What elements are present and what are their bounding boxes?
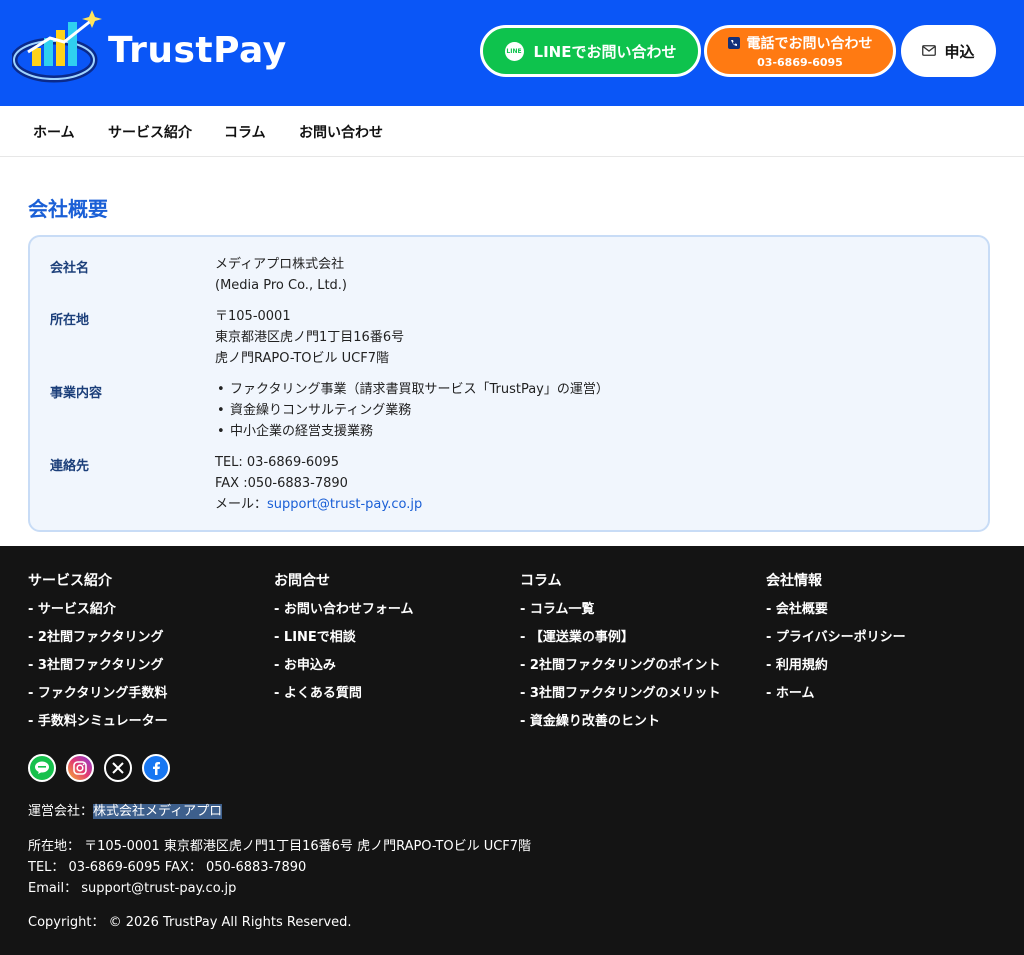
footer-column-title: 会社情報	[766, 573, 822, 589]
address-line: 東京都港区虎ノ門1丁目16番6号	[215, 330, 405, 345]
line-contact-label: LINEでお問い合わせ	[533, 42, 677, 61]
footer-column-contact: お問合せ - お問い合わせフォーム - LINEで相談 - お申込み - よくあ…	[274, 570, 414, 714]
phone-contact-label: 電話でお問い合わせ	[746, 36, 873, 52]
company-name-value: メディアプロ株式会社 (Media Pro Co., Ltd.)	[215, 254, 347, 296]
footer-link[interactable]: - LINEで相談	[274, 630, 414, 658]
site-footer: サービス紹介 - サービス紹介 - 2社間ファクタリング - 3社間ファクタリン…	[0, 546, 1024, 955]
phone-contact-button[interactable]: 電話でお問い合わせ 03-6869-6095	[704, 25, 896, 77]
business-item: 資金繰りコンサルティング業務	[215, 400, 609, 421]
x-icon[interactable]	[104, 754, 132, 782]
footer-link[interactable]: - 【運送業の事例】	[520, 630, 720, 658]
footer-link[interactable]: - よくある質問	[274, 686, 414, 714]
mail-label: メール：	[215, 497, 268, 512]
phone-number: 03-6869-6095	[757, 56, 843, 69]
footer-link[interactable]: - 資金繰り改善のヒント	[520, 714, 720, 742]
company-name: メディアプロ株式会社	[215, 257, 345, 272]
contact-label: 連絡先	[50, 459, 90, 474]
footer-link[interactable]: - 2社間ファクタリングのポイント	[520, 658, 720, 686]
footer-link[interactable]: - 2社間ファクタリング	[28, 630, 168, 658]
footer-email: Email： support@trust-pay.co.jp	[28, 881, 237, 896]
brand-name[interactable]: TrustPay	[108, 30, 287, 71]
footer-link[interactable]: - サービス紹介	[28, 602, 168, 630]
business-item: 中小企業の経営支援業務	[215, 421, 609, 442]
business-list: ファクタリング事業（請求書買取サービス「TrustPay」の運営） 資金繰りコン…	[215, 379, 609, 442]
footer-link[interactable]: - お申込み	[274, 658, 414, 686]
footer-link[interactable]: - ファクタリング手数料	[28, 686, 168, 714]
nav-contact[interactable]: お問い合わせ	[299, 122, 383, 142]
footer-column-title: コラム	[520, 573, 562, 589]
company-name-label: 会社名	[50, 261, 90, 276]
copyright: Copyright： © 2026 TrustPay All Rights Re…	[28, 915, 352, 930]
business-item: ファクタリング事業（請求書買取サービス「TrustPay」の運営）	[215, 379, 609, 400]
footer-column-title: サービス紹介	[28, 573, 112, 589]
footer-column-company: 会社情報 - 会社概要 - プライバシーポリシー - 利用規約 - ホーム	[766, 570, 906, 714]
address-label: 所在地	[50, 313, 90, 328]
logo-icon[interactable]	[10, 8, 102, 84]
mail-link[interactable]: support@trust-pay.co.jp	[267, 497, 422, 512]
footer-link[interactable]: - 会社概要	[766, 602, 906, 630]
contact-fax: FAX :050-6883-7890	[215, 476, 348, 491]
company-info-card: 会社名 メディアプロ株式会社 (Media Pro Co., Ltd.) 所在地…	[28, 235, 990, 532]
company-name-en: (Media Pro Co., Ltd.)	[215, 278, 347, 293]
operator-row: 運営会社：株式会社メディアプロ	[28, 800, 223, 819]
footer-column-services: サービス紹介 - サービス紹介 - 2社間ファクタリング - 3社間ファクタリン…	[28, 570, 168, 742]
phone-icon	[727, 37, 740, 49]
line-icon: LINE	[504, 41, 524, 61]
footer-link[interactable]: - 3社間ファクタリング	[28, 658, 168, 686]
facebook-icon[interactable]	[142, 754, 170, 782]
nav-home[interactable]: ホーム	[33, 122, 75, 142]
footer-link[interactable]: - 利用規約	[766, 658, 906, 686]
footer-column-column: コラム - コラム一覧 - 【運送業の事例】 - 2社間ファクタリングのポイント…	[520, 570, 720, 742]
operator-name[interactable]: 株式会社メディアプロ	[93, 804, 223, 819]
apply-button[interactable]: 申込	[901, 25, 996, 77]
line-contact-button[interactable]: LINE LINEでお問い合わせ	[480, 25, 701, 77]
site-header: TrustPay LINE LINEでお問い合わせ 電話でお問い合わせ 03-6…	[0, 0, 1024, 106]
footer-telfax: TEL： 03-6869-6095 FAX： 050-6883-7890	[28, 860, 307, 875]
footer-link[interactable]: - 手数料シミュレーター	[28, 714, 168, 742]
address-value: 〒105-0001 東京都港区虎ノ門1丁目16番6号 虎ノ門RAPO-TOビル …	[215, 306, 404, 369]
operator-label: 運営会社：	[28, 804, 94, 819]
footer-link[interactable]: - ホーム	[766, 686, 906, 714]
contact-value: TEL: 03-6869-6095 FAX :050-6883-7890 メール…	[215, 452, 422, 515]
mail-icon	[922, 42, 937, 60]
footer-link[interactable]: - お問い合わせフォーム	[274, 602, 414, 630]
contact-tel: TEL: 03-6869-6095	[215, 455, 340, 470]
contact-mail-row: メール：support@trust-pay.co.jp	[215, 494, 422, 515]
footer-address: 所在地： 〒105-0001 東京都港区虎ノ門1丁目16番6号 虎ノ門RAPO-…	[28, 839, 532, 854]
footer-link[interactable]: - プライバシーポリシー	[766, 630, 906, 658]
nav-services[interactable]: サービス紹介	[108, 122, 192, 142]
main-nav: ホーム サービス紹介 コラム お問い合わせ	[0, 106, 1024, 157]
page-title: 会社概要	[28, 197, 108, 221]
nav-column[interactable]: コラム	[224, 122, 266, 142]
line-social-icon[interactable]	[28, 754, 56, 782]
apply-label: 申込	[944, 42, 975, 61]
business-label: 事業内容	[50, 386, 103, 401]
footer-link[interactable]: - 3社間ファクタリングのメリット	[520, 686, 720, 714]
address-line: 虎ノ門RAPO-TOビル UCF7階	[215, 351, 389, 366]
footer-link[interactable]: - コラム一覧	[520, 602, 720, 630]
address-line: 〒105-0001	[215, 309, 291, 324]
instagram-icon[interactable]	[66, 754, 94, 782]
footer-column-title: お問合せ	[274, 573, 330, 589]
